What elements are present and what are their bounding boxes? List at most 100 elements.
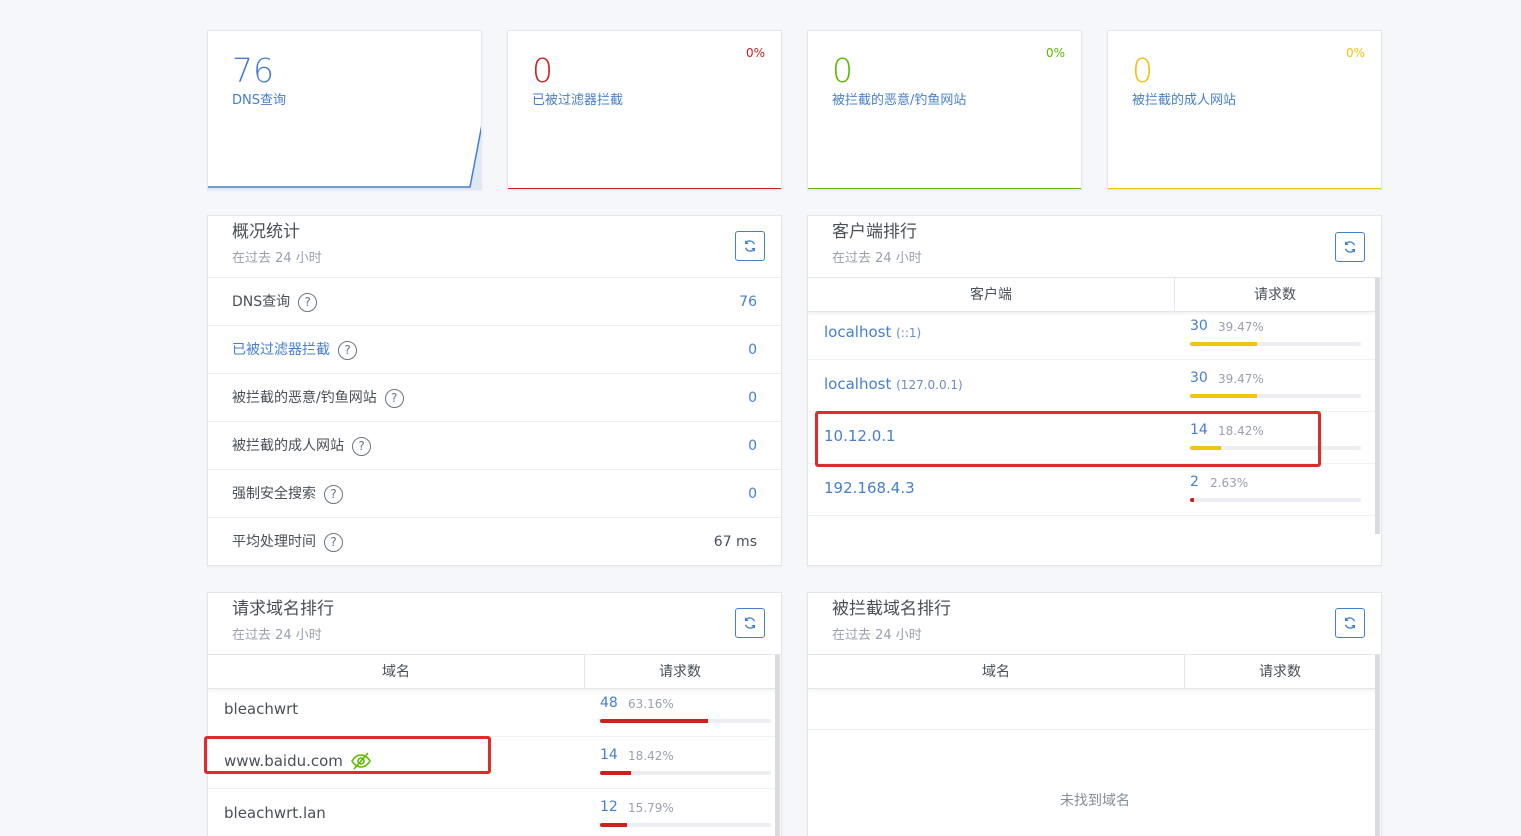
top-domains-panel: 请求域名排行 在过去 24 小时 域名 请求数 bleachwrt 48 63.… [207, 592, 782, 836]
request-count: 48 [600, 695, 618, 711]
request-percent: 39.47% [1218, 320, 1264, 334]
row-value: 0 [748, 390, 757, 406]
row-value: 0 [748, 342, 757, 358]
stat-value: 0 [1132, 51, 1153, 90]
panel-title: 客户端排行 [832, 222, 917, 242]
column-header-domain[interactable]: 域名 [208, 655, 584, 689]
sparkline [208, 125, 481, 189]
progress-bar [1190, 498, 1361, 502]
overview-row-dns-queries: DNS查询? 76 [208, 277, 781, 325]
help-icon[interactable]: ? [338, 340, 357, 360]
row-label: 被拦截的恶意/钓鱼网站 [232, 390, 377, 406]
stat-label: 被拦截的恶意/钓鱼网站 [832, 93, 967, 108]
highlight-box [815, 411, 1321, 467]
client-link[interactable]: localhost (127.0.0.1) [824, 360, 963, 409]
panel-title: 被拦截域名排行 [832, 599, 951, 619]
table-row: 192.168.4.3 2 2.63% [808, 464, 1375, 516]
request-percent: 18.42% [628, 749, 674, 763]
request-count: 14 [600, 747, 618, 763]
overview-row-avg-time: 平均处理时间? 67 ms [208, 517, 781, 565]
progress-bar [600, 771, 771, 775]
request-percent: 63.16% [628, 697, 674, 711]
refresh-button[interactable] [735, 231, 765, 261]
stat-value: 76 [232, 51, 274, 90]
row-label: DNS查询 [232, 294, 291, 310]
stat-percent: 0% [1045, 46, 1065, 60]
top-blocked-domains-panel: 被拦截域名排行 在过去 24 小时 域名 请求数 未找到域名 [807, 592, 1382, 836]
stat-percent: 0% [745, 46, 765, 60]
refresh-icon [1344, 241, 1356, 253]
client-link[interactable]: localhost (::1) [824, 308, 921, 357]
request-percent: 2.63% [1210, 476, 1249, 490]
column-header-requests[interactable]: 请求数 [1184, 655, 1375, 689]
help-icon[interactable]: ? [352, 436, 371, 456]
scrollbar[interactable] [775, 655, 780, 836]
panel-subtitle: 在过去 24 小时 [232, 251, 322, 266]
scrollbar[interactable] [1375, 278, 1380, 534]
table-header: 域名 请求数 [808, 655, 1375, 689]
panel-title: 请求域名排行 [232, 599, 334, 619]
row-label-link[interactable]: 已被过滤器拦截 [232, 326, 330, 374]
sparkline [508, 188, 781, 189]
refresh-button[interactable] [735, 608, 765, 638]
progress-bar [1190, 394, 1361, 398]
progress-bar [1190, 342, 1361, 346]
panel-subtitle: 在过去 24 小时 [832, 628, 922, 643]
stat-percent: 0% [1345, 46, 1365, 60]
stat-card-blocked-adult: 0% 0 被拦截的成人网站 [1107, 30, 1382, 190]
request-count: 30 [1190, 318, 1208, 334]
table-header: 客户端 请求数 [808, 278, 1375, 312]
stat-label: 被拦截的成人网站 [1132, 93, 1237, 108]
overview-row-blocked-adult: 被拦截的成人网站? 0 [208, 421, 781, 469]
request-percent: 39.47% [1218, 372, 1264, 386]
table-row: localhost (::1) 30 39.47% [808, 308, 1375, 360]
request-count: 30 [1190, 370, 1208, 386]
highlight-box [204, 736, 491, 774]
request-percent: 15.79% [628, 801, 674, 815]
stat-label: 已被过滤器拦截 [532, 93, 624, 108]
refresh-icon [744, 617, 756, 629]
empty-message: 未找到域名 [1040, 790, 1150, 810]
refresh-button[interactable] [1335, 608, 1365, 638]
help-icon[interactable]: ? [324, 484, 343, 504]
stat-value: 0 [832, 51, 853, 90]
client-link[interactable]: 192.168.4.3 [824, 464, 915, 512]
column-header-requests[interactable]: 请求数 [1174, 278, 1375, 312]
table-row: bleachwrt 48 63.16% [208, 685, 775, 737]
overview-row-blocked-malware: 被拦截的恶意/钓鱼网站? 0 [208, 373, 781, 421]
progress-bar [600, 823, 771, 827]
overview-panel: 概况统计 在过去 24 小时 DNS查询? 76 已被过滤器拦截? 0 被拦截的… [207, 215, 782, 566]
domain-name: bleachwrt.lan [224, 804, 326, 822]
table-header: 域名 请求数 [208, 655, 775, 689]
stat-value: 0 [532, 51, 553, 90]
request-count: 2 [1190, 474, 1199, 490]
panel-subtitle: 在过去 24 小时 [832, 251, 922, 266]
panel-subtitle: 在过去 24 小时 [232, 628, 322, 643]
request-count: 12 [600, 799, 618, 815]
row-value: 0 [748, 438, 757, 454]
refresh-icon [1344, 617, 1356, 629]
overview-row-safe-search: 强制安全搜索? 0 [208, 469, 781, 517]
help-icon[interactable]: ? [384, 388, 404, 408]
help-icon[interactable]: ? [298, 292, 318, 312]
progress-bar [600, 719, 771, 723]
column-header-requests[interactable]: 请求数 [584, 655, 775, 689]
row-label: 被拦截的成人网站 [232, 438, 344, 454]
scrollbar[interactable] [1375, 655, 1380, 836]
stat-card-blocked-malware: 0% 0 被拦截的恶意/钓鱼网站 [807, 30, 1082, 190]
help-icon[interactable]: ? [324, 532, 343, 552]
row-label: 强制安全搜索 [232, 486, 316, 502]
stat-card-blocked-filters: 0% 0 已被过滤器拦截 [507, 30, 782, 190]
column-header-domain[interactable]: 域名 [808, 655, 1184, 689]
table-row: localhost (127.0.0.1) 30 39.47% [808, 360, 1375, 412]
table-row: bleachwrt.lan 12 15.79% [208, 789, 775, 836]
row-label: 平均处理时间 [232, 534, 316, 550]
panel-title: 概况统计 [232, 222, 300, 242]
domain-name: bleachwrt [224, 700, 299, 718]
stat-card-dns-queries: 76 DNS查询 [207, 30, 482, 190]
row-value: 67 ms [713, 534, 757, 550]
column-header-client[interactable]: 客户端 [808, 278, 1174, 312]
refresh-button[interactable] [1335, 232, 1365, 262]
row-value: 76 [739, 294, 757, 310]
sparkline [808, 188, 1081, 189]
